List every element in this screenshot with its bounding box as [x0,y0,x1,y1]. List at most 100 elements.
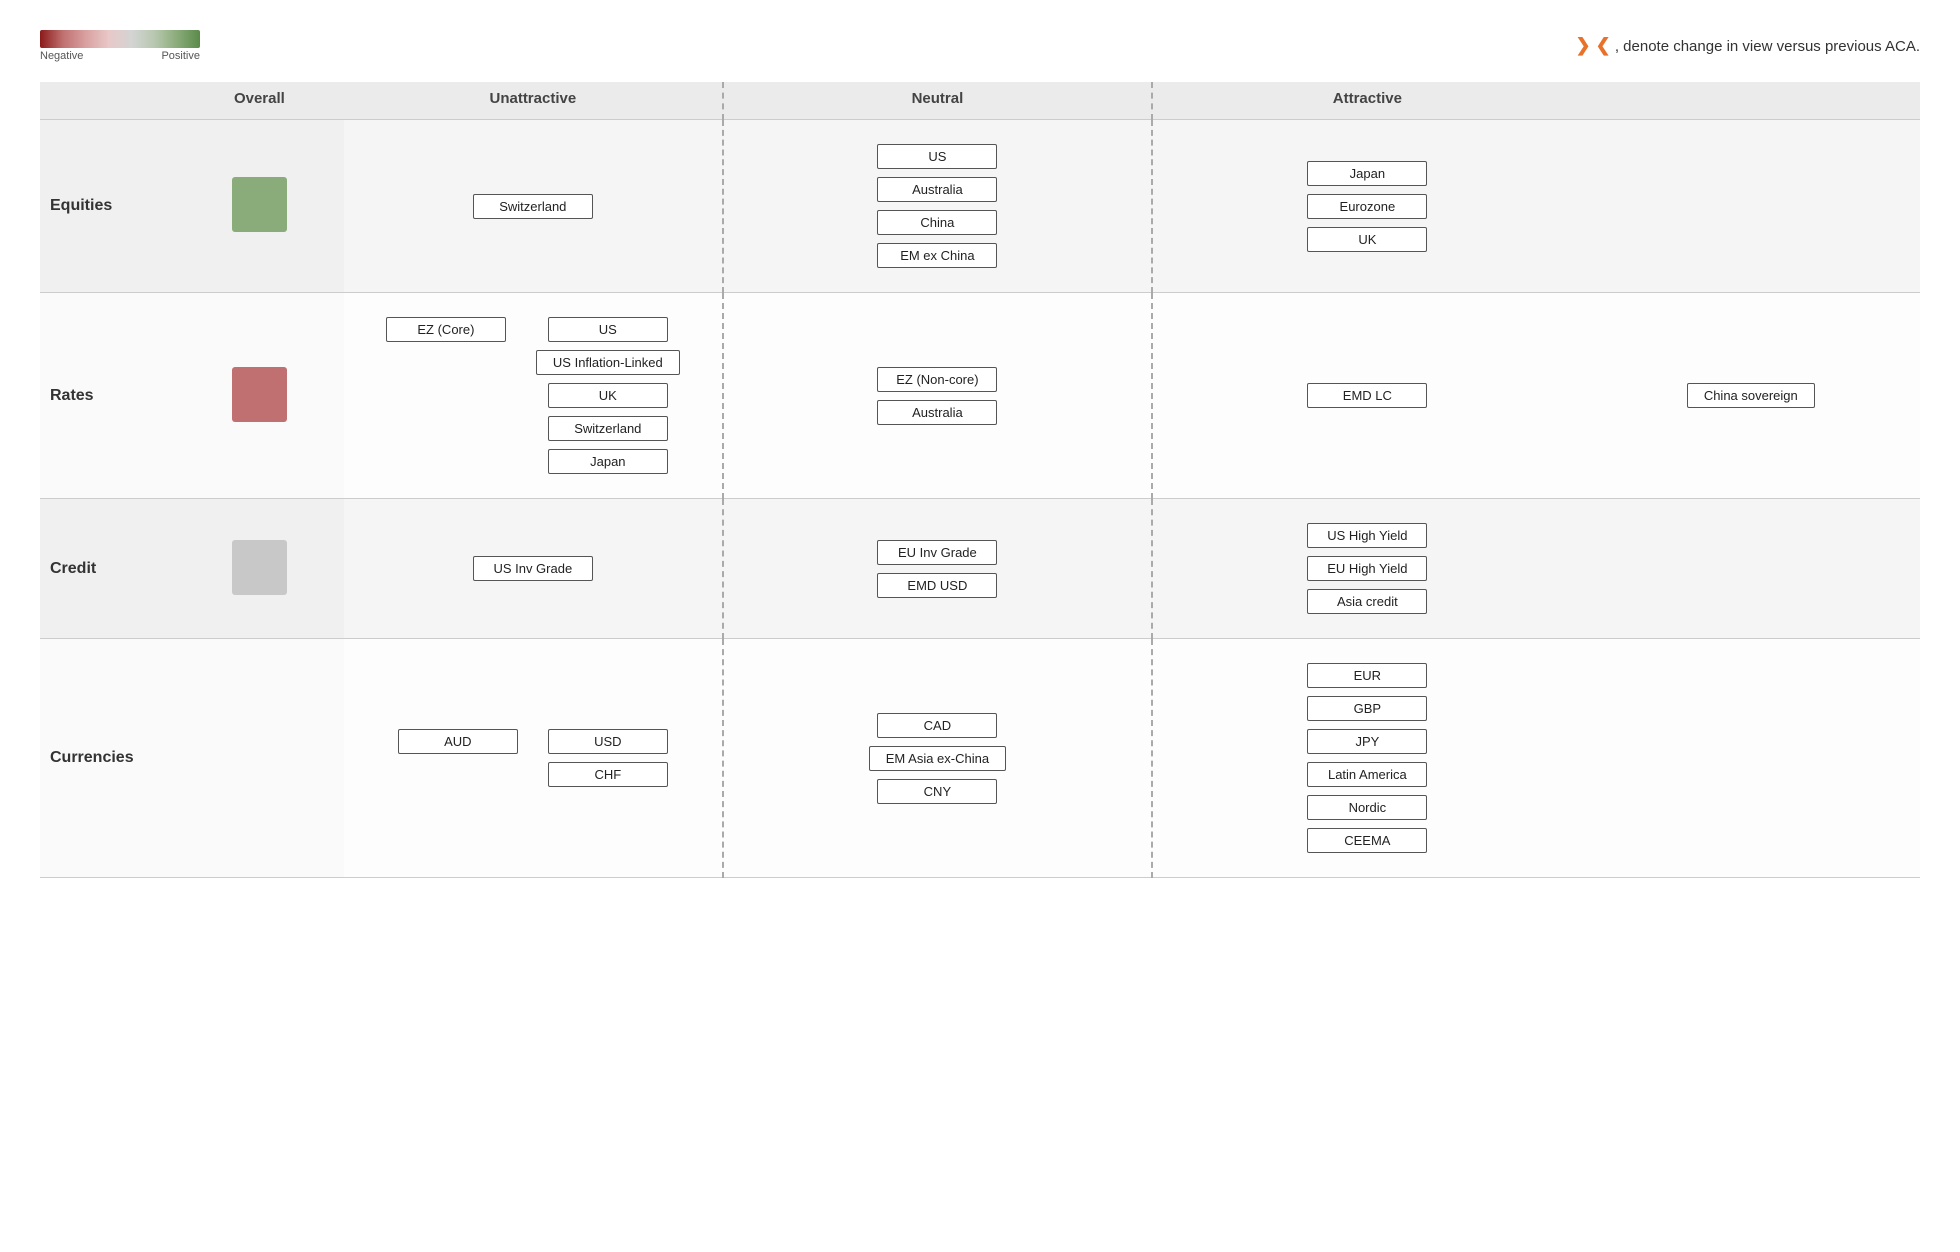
col-header-overall [40,82,175,120]
item-box: Eurozone [1307,194,1427,219]
col-header-extra [1582,82,1920,120]
items-column: USD CHF [548,725,668,791]
equities-neutral: US Australia China EM ex China [723,120,1152,293]
credit-attractive: US High Yield EU High Yield Asia credit [1152,499,1581,639]
item-box: Switzerland [473,194,593,219]
currencies-extra-attractive [1582,639,1920,878]
items-column: CADEM Asia ex-ChinaCNY [734,709,1141,808]
items-column: Japan Eurozone UK [1163,157,1571,256]
items-column: EZ (Non-core) Australia [734,363,1141,429]
items-column: US US Inflation-Linked UK Switzerland Japan [536,313,680,478]
items-column: US High Yield EU High Yield Asia credit [1163,519,1571,618]
item-box: Japan [1307,161,1427,186]
item-box: Japan [548,449,668,474]
equities-overall [175,120,344,293]
item-box: Switzerland [548,416,668,441]
credit-color-square [232,540,287,595]
item-box: EMD LC [1307,383,1427,408]
item-box: US Inflation-Linked [536,350,680,375]
credit-neutral: EU Inv Grade EMD USD [723,499,1152,639]
legend-gradient [40,30,200,48]
equities-color-square [232,177,287,232]
unattractive-wrapper: AUD USD CHF [354,725,712,791]
items-column: EMD LC [1163,379,1571,412]
credit-overall [175,499,344,639]
equities-extra-attractive [1582,120,1920,293]
row-credit: Credit US Inv Grade EU Inv Grade EMD USD US … [40,499,1920,639]
item-box: JPY [1307,729,1427,754]
item-box: CAD [877,713,997,738]
equities-unattractive: Switzerland [344,120,723,293]
currencies-neutral: CADEM Asia ex-ChinaCNY [723,639,1152,878]
row-rates: Rates EZ (Core) US US Inflation-Linked UK Swi… [40,293,1920,499]
rates-neutral: EZ (Non-core) Australia [723,293,1152,499]
item-box: CHF [548,762,668,787]
legend-negative: Negative [40,50,83,62]
rates-unattractive: EZ (Core) US US Inflation-Linked UK Switzerl… [344,293,723,499]
currencies-unattractive: AUD USD CHF [344,639,723,878]
item-box: EM ex China [877,243,997,268]
item-box: China [877,210,997,235]
item-box: Latin America [1307,762,1427,787]
item-box: US Inv Grade [473,556,593,581]
item-box: USD [548,729,668,754]
chevrons-icon: ❯ ❮ [1575,35,1610,55]
credit-unattractive: US Inv Grade [344,499,723,639]
credit-label: Credit [40,499,175,639]
item-box: CNY [877,779,997,804]
items-column: EU Inv Grade EMD USD [734,536,1141,602]
legend: Negative Positive [40,30,200,62]
unattractive-wrapper: EZ (Core) US US Inflation-Linked UK Switzerl… [354,313,712,478]
items-column: China sovereign [1592,379,1910,412]
legend-swatch [40,30,200,48]
item-box: US [877,144,997,169]
item-box: US [548,317,668,342]
item-box: EZ (Non-core) [877,367,997,392]
col-header-attractive: Attractive [1152,82,1581,120]
items-column: AUD [398,725,518,791]
item-box: GBP [1307,696,1427,721]
item-box: Australia [877,400,997,425]
rates-extra-attractive: China sovereign [1582,293,1920,499]
items-column: US Inv Grade [473,552,593,585]
row-equities: Equities Switzerland US Australia China EM ex… [40,120,1920,293]
item-box: EU High Yield [1307,556,1427,581]
credit-extra-attractive [1582,499,1920,639]
item-box: Nordic [1307,795,1427,820]
item-box: UK [548,383,668,408]
item-box: EZ (Core) [386,317,506,342]
item-box: China sovereign [1687,383,1815,408]
page: Negative Positive ❯ ❮ , denote change in… [0,0,1960,908]
rates-overall [175,293,344,499]
item-box: EU Inv Grade [877,540,997,565]
item-box: UK [1307,227,1427,252]
currencies-overall [175,639,344,878]
header-note: ❯ ❮ , denote change in view versus previ… [1575,30,1920,56]
main-table: Overall Unattractive Neutral Attractive … [40,82,1920,878]
row-currencies: CurrenciesAUDUSDCHFCADEM Asia ex-ChinaCN… [40,639,1920,878]
items-column: EZ (Core) [386,313,506,478]
items-column: US Australia China EM ex China [734,140,1141,272]
item-box: EUR [1307,663,1427,688]
item-box: US High Yield [1307,523,1427,548]
legend-positive: Positive [161,50,200,62]
header: Negative Positive ❯ ❮ , denote change in… [40,30,1920,62]
rates-attractive: EMD LC [1152,293,1581,499]
unattractive-wrapper: US Inv Grade [354,552,712,585]
note-text: , denote change in view versus previous … [1615,38,1920,55]
equities-label: Equities [40,120,175,293]
rates-color-square [232,367,287,422]
rates-label: Rates [40,293,175,499]
items-column: Switzerland [354,190,712,223]
equities-attractive: Japan Eurozone UK [1152,120,1581,293]
item-box: Australia [877,177,997,202]
col-header-overall-label: Overall [175,82,344,120]
items-column: EUR GBP JPY Latin America Nordic CEEMA [1163,659,1571,857]
currencies-attractive: EUR GBP JPY Latin America Nordic CEEMA [1152,639,1581,878]
item-box: CEEMA [1307,828,1427,853]
item-box: Asia credit [1307,589,1427,614]
item-box: AUD [398,729,518,754]
col-header-neutral: Neutral [723,82,1152,120]
col-header-unattractive: Unattractive [344,82,723,120]
item-box: EMD USD [877,573,997,598]
